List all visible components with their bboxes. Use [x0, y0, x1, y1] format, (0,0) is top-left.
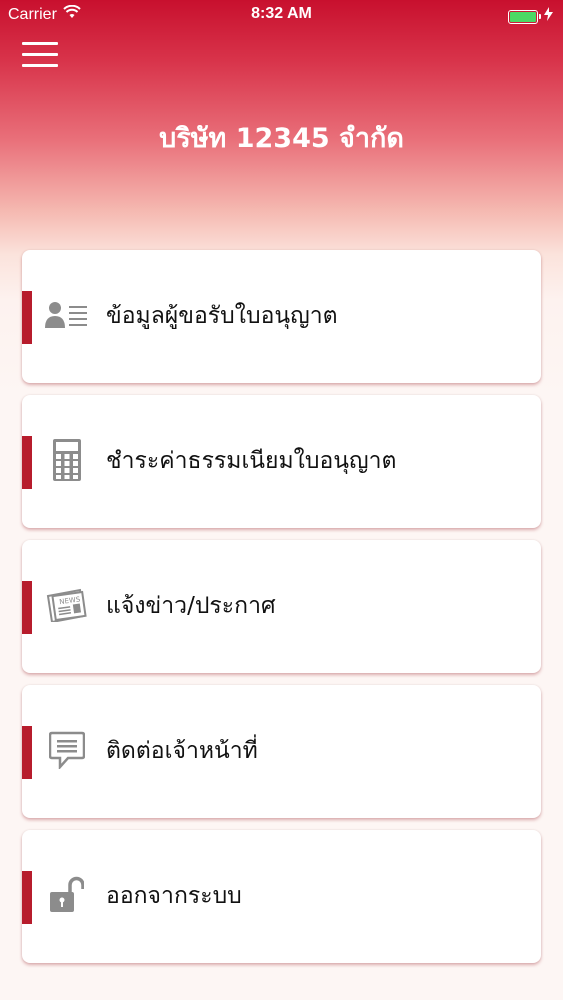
user-profile-icon — [44, 292, 90, 338]
card-accent-bar — [22, 726, 32, 779]
card-accent-bar — [22, 871, 32, 924]
menu-list: ข้อมูลผู้ขอรับใบอนุญาต ชำระค่าธรรมเนียมใ… — [22, 250, 541, 975]
menu-item-applicant-info[interactable]: ข้อมูลผู้ขอรับใบอนุญาต — [22, 250, 541, 383]
menu-item-news[interactable]: NEWS แจ้งข่าว/ประกาศ — [22, 540, 541, 673]
menu-item-label: ข้อมูลผู้ขอรับใบอนุญาต — [106, 303, 338, 329]
calculator-icon — [44, 437, 90, 483]
card-accent-bar — [22, 291, 32, 344]
hamburger-menu-icon[interactable] — [22, 42, 58, 68]
newspaper-icon: NEWS — [44, 582, 90, 628]
menu-item-label: ชำระค่าธรรมเนียมใบอนุญาต — [106, 448, 397, 474]
status-time: 8:32 AM — [251, 5, 312, 22]
card-accent-bar — [22, 581, 32, 634]
status-right — [508, 7, 553, 26]
menu-item-label: แจ้งข่าว/ประกาศ — [106, 593, 276, 619]
menu-item-label: ติดต่อเจ้าหน้าที่ — [106, 738, 258, 764]
menu-item-contact-staff[interactable]: ติดต่อเจ้าหน้าที่ — [22, 685, 541, 818]
page-title: บริษัท 12345 จำกัด — [159, 123, 404, 154]
unlock-icon — [44, 872, 90, 918]
card-accent-bar — [22, 436, 32, 489]
charging-icon — [544, 7, 553, 26]
menu-item-label: ออกจากระบบ — [106, 883, 242, 909]
chat-bubble-icon — [44, 727, 90, 773]
menu-item-pay-fee[interactable]: ชำระค่าธรรมเนียมใบอนุญาต — [22, 395, 541, 528]
status-bar: Carrier 8:32 AM — [0, 0, 563, 30]
battery-icon — [508, 9, 541, 24]
menu-item-logout[interactable]: ออกจากระบบ — [22, 830, 541, 963]
